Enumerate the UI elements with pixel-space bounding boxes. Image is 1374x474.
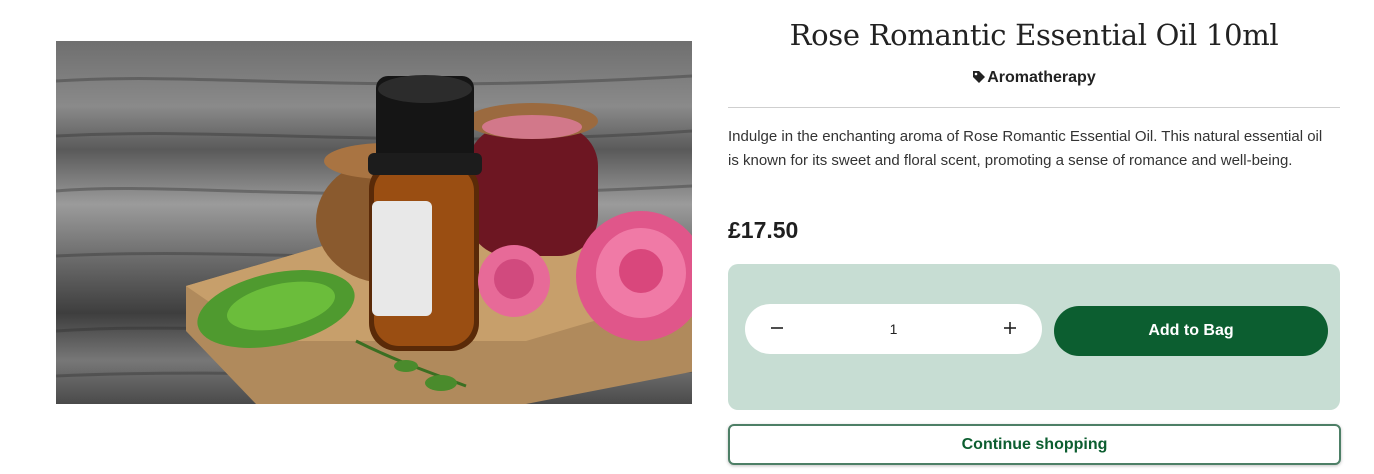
tag-icon xyxy=(972,70,986,89)
quantity-input[interactable] xyxy=(805,304,982,354)
plus-icon xyxy=(1002,320,1018,339)
product-photo xyxy=(56,74,692,404)
minus-icon xyxy=(769,320,785,339)
category-label: Aromatherapy xyxy=(987,69,1096,86)
decrement-button[interactable] xyxy=(747,304,807,354)
divider xyxy=(728,107,1340,108)
product-description: Indulge in the enchanting aroma of Rose … xyxy=(728,128,1323,169)
product-title: Rose Romantic Essential Oil 10ml xyxy=(789,18,1279,52)
increment-button[interactable] xyxy=(980,304,1040,354)
product-image xyxy=(56,41,692,404)
add-to-bag-button[interactable]: Add to Bag xyxy=(1054,306,1328,356)
continue-shopping-button[interactable]: Continue shopping xyxy=(728,424,1341,465)
purchase-panel: Add to Bag xyxy=(728,264,1340,410)
product-price: £17.50 xyxy=(728,217,799,243)
quantity-stepper xyxy=(745,304,1042,354)
product-category[interactable]: Aromatherapy xyxy=(728,69,1340,89)
